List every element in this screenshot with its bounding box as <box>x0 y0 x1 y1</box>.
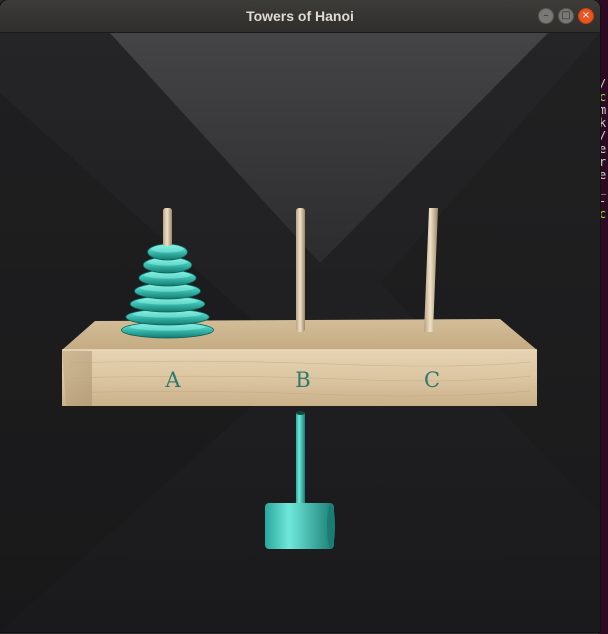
peg-label-a: A <box>165 368 181 392</box>
app-window: Towers of Hanoi – □ × A B C <box>0 0 600 632</box>
minimize-icon: – <box>543 10 549 21</box>
holder-stem-top <box>296 411 305 415</box>
maximize-icon: □ <box>561 10 571 21</box>
game-scene <box>0 33 600 632</box>
holder-cylinder-cap <box>327 503 335 549</box>
peg-label-c: C <box>423 368 441 392</box>
close-icon: × <box>581 10 591 21</box>
game-canvas[interactable]: A B C <box>0 33 600 632</box>
peg-b[interactable] <box>296 208 305 332</box>
peg-label-b: B <box>295 368 311 392</box>
title-bar[interactable]: Towers of Hanoi – □ × <box>0 0 600 33</box>
disk[interactable] <box>147 243 188 261</box>
holder-stem <box>296 413 305 508</box>
holder-cylinder <box>265 503 334 549</box>
peg-tip <box>163 208 172 246</box>
minimize-button[interactable]: – <box>538 8 554 24</box>
window-title: Towers of Hanoi <box>246 8 354 24</box>
close-button[interactable]: × <box>578 8 594 24</box>
maximize-button[interactable]: □ <box>558 8 574 24</box>
